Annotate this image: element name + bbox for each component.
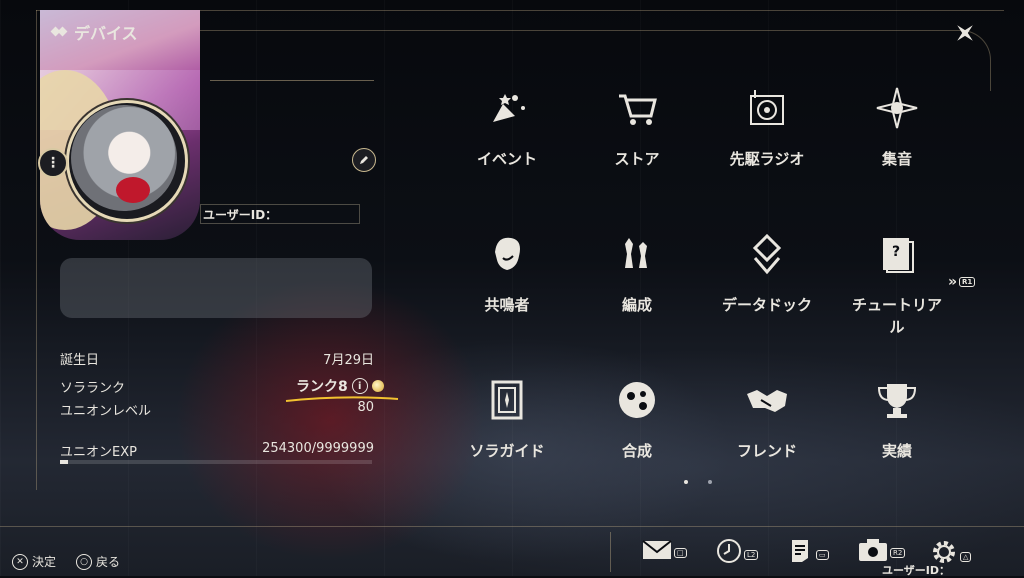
name-underline bbox=[210, 80, 374, 81]
coin-icon bbox=[371, 380, 384, 392]
clock-button[interactable]: L2 bbox=[716, 538, 759, 564]
tutorial-icon: ? bbox=[883, 238, 914, 273]
user-id-field: ユーザーID： bbox=[200, 204, 360, 224]
team-icon bbox=[625, 238, 647, 268]
r1-button-tag: R1 bbox=[959, 277, 976, 287]
menu-grid: イベント ストア 先駆ラジオ 集音 共鳴者 編成 データドック ? チュートリア… bbox=[440, 80, 960, 480]
back-label: 戻る bbox=[96, 555, 121, 569]
menu-item-team[interactable]: 編成 bbox=[572, 226, 702, 346]
info-icon[interactable]: i bbox=[351, 378, 368, 394]
device-icon bbox=[52, 25, 66, 39]
mail-icon bbox=[642, 540, 672, 559]
notes-icon bbox=[792, 540, 808, 562]
avatar[interactable] bbox=[71, 105, 177, 211]
menu-item-achievements[interactable]: 実績 bbox=[832, 372, 962, 492]
r2-tag: R2 bbox=[890, 548, 906, 558]
next-page-button[interactable]: » R1 bbox=[948, 274, 976, 290]
menu-item-tutorial[interactable]: ? チュートリアル bbox=[832, 226, 962, 346]
camera-icon bbox=[859, 539, 887, 561]
stat-label-union-exp: ユニオンEXP bbox=[60, 445, 137, 460]
rank-text: ランク8 bbox=[296, 379, 348, 395]
stat-label-union-level: ユニオンレベル bbox=[60, 404, 152, 419]
highlight-underline bbox=[285, 396, 399, 402]
stat-label-rank: ソラランク bbox=[60, 381, 126, 396]
page-dot bbox=[684, 480, 688, 484]
synthesis-icon bbox=[619, 382, 655, 418]
bottom-bar-divider bbox=[610, 532, 611, 572]
menu-label: フレンド bbox=[736, 442, 797, 460]
page-dot bbox=[708, 480, 712, 484]
guide-book-icon bbox=[491, 380, 523, 420]
more-options-button[interactable]: ⋮ bbox=[38, 148, 68, 178]
stat-value-birthday: 7月29日 bbox=[323, 353, 374, 368]
menu-label: ソラガイド bbox=[469, 442, 545, 460]
menu-label: 編成 bbox=[621, 296, 652, 314]
store-cart-icon bbox=[619, 94, 657, 125]
avatar-flower bbox=[116, 177, 150, 203]
stat-label-birthday: 誕生日 bbox=[60, 353, 100, 368]
rank-value[interactable]: ランク8 i bbox=[296, 376, 384, 396]
circle-button-icon: ○ bbox=[76, 553, 92, 570]
menu-label: チュートリアル bbox=[851, 296, 942, 336]
edit-name-button[interactable] bbox=[352, 148, 376, 172]
page-title-text: デバイス bbox=[74, 24, 138, 43]
pencil-icon bbox=[360, 156, 368, 164]
confirm-hint[interactable]: ✕ 決定 bbox=[12, 553, 56, 570]
camera-button[interactable]: R2 bbox=[858, 538, 906, 562]
touchpad-tag: □ bbox=[674, 548, 687, 558]
options-tag: ▭ bbox=[816, 550, 829, 560]
trophy-icon bbox=[877, 384, 917, 418]
handshake-icon bbox=[747, 390, 787, 412]
sound-collect-icon bbox=[876, 87, 918, 129]
svg-text:?: ? bbox=[892, 244, 900, 260]
resonator-icon bbox=[495, 237, 520, 270]
menu-item-store[interactable]: ストア bbox=[572, 80, 702, 200]
close-icon bbox=[957, 25, 973, 41]
exp-progress-fill bbox=[60, 460, 68, 464]
menu-label: 集音 bbox=[881, 150, 912, 168]
user-id-label: ユーザーID： bbox=[203, 208, 278, 222]
cross-button-icon: ✕ bbox=[12, 553, 28, 570]
mail-button[interactable]: □ bbox=[642, 538, 687, 562]
menu-item-resonator[interactable]: 共鳴者 bbox=[442, 226, 572, 346]
event-icon bbox=[493, 94, 525, 122]
signature-box[interactable] bbox=[60, 258, 372, 318]
l2-tag: L2 bbox=[744, 550, 759, 560]
close-button[interactable] bbox=[950, 18, 980, 48]
menu-label: ストア bbox=[614, 150, 660, 168]
menu-item-event[interactable]: イベント bbox=[442, 80, 572, 200]
menu-item-data-dock[interactable]: データドック bbox=[702, 226, 832, 346]
frame-line bbox=[36, 10, 37, 490]
back-hint[interactable]: ○ 戻る bbox=[76, 553, 120, 570]
stat-value-union-level: 80 bbox=[357, 400, 374, 415]
confirm-label: 決定 bbox=[32, 555, 57, 569]
stat-value-union-exp: 254300/9999999 bbox=[262, 441, 374, 456]
triangle-tag: △ bbox=[960, 552, 972, 562]
data-dock-icon bbox=[752, 233, 782, 275]
clock-icon bbox=[717, 539, 741, 563]
menu-label: 実績 bbox=[881, 442, 912, 460]
menu-item-sound-collect[interactable]: 集音 bbox=[832, 80, 962, 200]
menu-item-friend[interactable]: フレンド bbox=[702, 372, 832, 492]
menu-label: 先駆ラジオ bbox=[729, 150, 805, 168]
menu-item-radio[interactable]: 先駆ラジオ bbox=[702, 80, 832, 200]
radio-icon bbox=[750, 90, 784, 125]
menu-item-synthesis[interactable]: 合成 bbox=[572, 372, 702, 492]
page-title: デバイス bbox=[52, 20, 138, 44]
menu-label: イベント bbox=[476, 150, 537, 168]
page-indicator bbox=[684, 480, 712, 484]
menu-label: 合成 bbox=[621, 442, 652, 460]
menu-label: データドック bbox=[721, 296, 812, 314]
double-chevron-right-icon: » bbox=[948, 274, 958, 290]
exp-progress-bar bbox=[60, 460, 372, 464]
notes-button[interactable]: ▭ bbox=[790, 538, 829, 564]
menu-item-guide[interactable]: ソラガイド bbox=[442, 372, 572, 492]
menu-label: 共鳴者 bbox=[484, 296, 530, 314]
